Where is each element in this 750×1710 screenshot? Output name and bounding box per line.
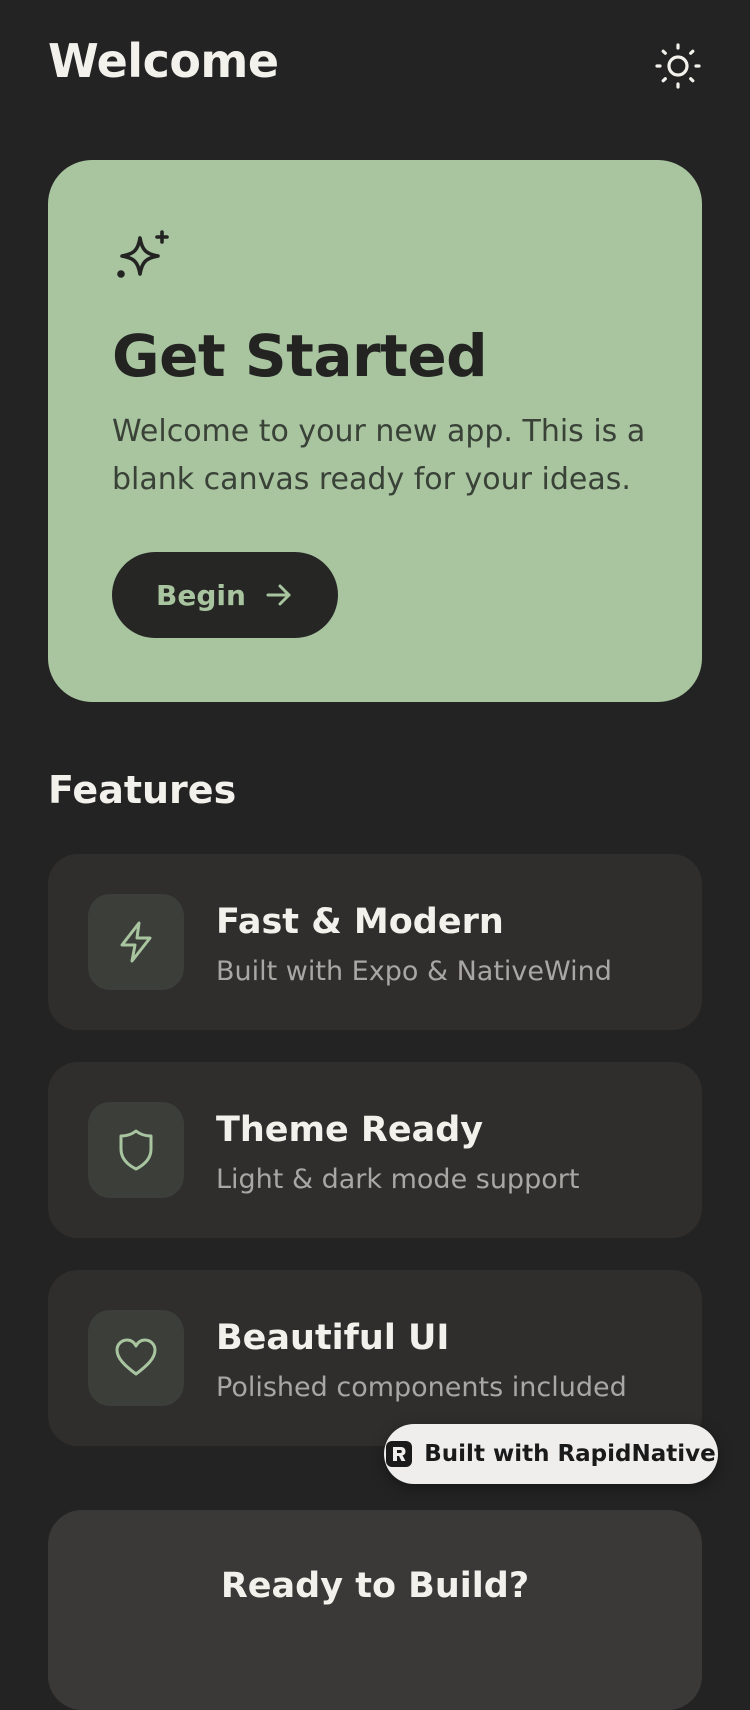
feature-icon-tile (88, 1310, 184, 1406)
features-heading: Features (48, 768, 237, 812)
shield-icon (119, 1129, 153, 1171)
heart-icon (115, 1338, 157, 1376)
feature-title: Beautiful UI (216, 1318, 450, 1358)
feature-description: Light & dark mode support (216, 1164, 580, 1195)
feature-title: Fast & Modern (216, 902, 504, 942)
hero-title: Get Started (112, 322, 488, 390)
rapidnative-logo-icon (386, 1441, 413, 1467)
page-title: Welcome (48, 34, 279, 88)
begin-button[interactable]: Begin (112, 552, 338, 638)
feature-card-theme-ready[interactable]: Theme Ready Light & dark mode support (48, 1062, 702, 1238)
get-started-card: Get Started Welcome to your new app. Thi… (48, 160, 702, 702)
hero-description: Welcome to your new app. This is a blank… (112, 414, 646, 497)
ready-to-build-card: Ready to Build? (48, 1510, 702, 1710)
sun-icon (655, 43, 701, 89)
feature-description: Built with Expo & NativeWind (216, 956, 612, 987)
feature-title: Theme Ready (216, 1110, 484, 1150)
lightning-icon (120, 921, 152, 963)
sparkles-icon (117, 230, 169, 278)
feature-description: Polished components included (216, 1372, 627, 1403)
arrow-right-icon (266, 584, 291, 606)
theme-toggle-button[interactable] (652, 40, 704, 92)
cta-title: Ready to Build? (220, 1566, 530, 1606)
begin-button-label: Begin (156, 578, 246, 612)
feature-icon-tile (88, 1102, 184, 1198)
built-with-rapidnative-badge[interactable]: Built with RapidNative (384, 1424, 718, 1484)
feature-card-beautiful-ui[interactable]: Beautiful UI Polished components include… (48, 1270, 702, 1446)
feature-card-fast-modern[interactable]: Fast & Modern Built with Expo & NativeWi… (48, 854, 702, 1030)
feature-icon-tile (88, 894, 184, 990)
badge-label: Built with RapidNative (424, 1441, 716, 1467)
